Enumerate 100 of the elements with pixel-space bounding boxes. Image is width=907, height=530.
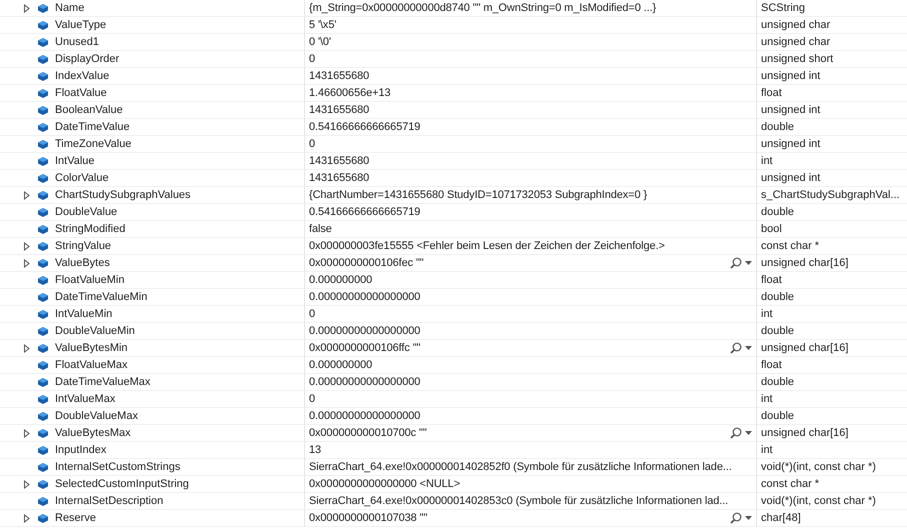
variable-name: IntValue bbox=[55, 154, 95, 169]
value-text: false bbox=[309, 222, 332, 237]
expand-arrow-icon[interactable] bbox=[22, 190, 31, 200]
variable-name: FloatValueMin bbox=[55, 273, 124, 288]
field-icon bbox=[37, 122, 49, 133]
field-icon bbox=[37, 274, 49, 286]
visualizer-button[interactable] bbox=[730, 512, 752, 524]
expand-arrow-icon[interactable] bbox=[22, 344, 31, 353]
variable-name: TimeZoneValue bbox=[55, 137, 132, 152]
variable-name: Name bbox=[55, 1, 84, 16]
field-icon bbox=[37, 342, 49, 354]
variable-name: StringValue bbox=[55, 239, 112, 254]
value-text: 0 bbox=[309, 307, 316, 322]
value-text: 0.000000000 bbox=[309, 273, 372, 288]
field-icon bbox=[37, 444, 49, 456]
value-text: 0 bbox=[309, 52, 316, 67]
value-text: {m_String=0x00000000000d8740 "" m_OwnString=0 m_IsModified=0 ...} bbox=[309, 1, 656, 16]
value-text: {ChartNumber=1431655680 StudyID=1071732053 SubgraphIndex=0 } bbox=[309, 188, 648, 203]
expand-arrow-icon[interactable] bbox=[22, 428, 31, 438]
variable-name: ValueBytesMax bbox=[55, 426, 131, 441]
type-text: int bbox=[761, 307, 773, 322]
type-text: void(*)(int, const char *) bbox=[761, 494, 876, 509]
caret-icon bbox=[745, 431, 752, 436]
type-text: double bbox=[761, 290, 794, 305]
caret-icon bbox=[745, 261, 752, 266]
type-text: SCString bbox=[761, 1, 806, 16]
value-text: 0x000000000010700c "" bbox=[309, 426, 427, 441]
field-icon bbox=[37, 20, 49, 31]
value-text: 0x0000000000107038 "" bbox=[309, 511, 428, 526]
variable-name: Unused1 bbox=[55, 35, 100, 50]
field-icon bbox=[37, 394, 49, 405]
field-icon bbox=[37, 428, 49, 439]
field-icon bbox=[37, 496, 49, 507]
variable-name: FloatValue bbox=[55, 86, 107, 101]
visualizer-button[interactable] bbox=[730, 427, 752, 440]
value-text: 1431655680 bbox=[309, 154, 370, 169]
type-text: double bbox=[761, 120, 794, 135]
expand-arrow-icon[interactable] bbox=[22, 514, 31, 523]
type-text: float bbox=[761, 358, 782, 373]
field-icon bbox=[37, 292, 49, 303]
value-text: 0 '\0' bbox=[309, 35, 331, 50]
value-text: 13 bbox=[309, 443, 322, 458]
type-text: char[48] bbox=[761, 511, 801, 526]
type-text: double bbox=[761, 205, 794, 220]
type-text: double bbox=[761, 324, 794, 339]
field-icon bbox=[37, 138, 49, 150]
variable-name: IndexValue bbox=[55, 69, 110, 84]
type-text: const char * bbox=[761, 477, 820, 492]
variable-name: IntValueMin bbox=[55, 307, 112, 322]
type-text: float bbox=[761, 86, 782, 101]
variable-name: DoubleValueMin bbox=[55, 324, 135, 339]
visualizer-button[interactable] bbox=[730, 257, 752, 270]
type-text: double bbox=[761, 375, 794, 390]
value-text: 0.000000000 bbox=[309, 358, 372, 373]
field-icon bbox=[37, 70, 49, 82]
field-icon bbox=[37, 512, 49, 524]
variable-name: InputIndex bbox=[55, 443, 106, 458]
type-text: int bbox=[761, 443, 773, 458]
value-text: SierraChart_64.exe!0x00000001402852f0 (Symbole für zusätzliche Informationen lade... bbox=[309, 460, 732, 475]
variable-name: IntValueMax bbox=[55, 392, 116, 407]
type-text: s_ChartStudySubgraphVal... bbox=[761, 188, 900, 203]
variable-name: DisplayOrder bbox=[55, 52, 120, 67]
expand-arrow-icon[interactable] bbox=[22, 4, 31, 13]
type-text: unsigned int bbox=[761, 137, 820, 152]
value-text: 1431655680 bbox=[309, 69, 370, 84]
type-text: unsigned char bbox=[761, 35, 830, 50]
value-text: 0x0000000000106fec "" bbox=[309, 256, 424, 271]
variable-name: StringModified bbox=[55, 222, 126, 237]
type-text: unsigned int bbox=[761, 171, 820, 186]
field-icon bbox=[37, 190, 49, 201]
value-text: 0.54166666666665719 bbox=[309, 205, 420, 220]
expand-arrow-icon[interactable] bbox=[22, 258, 31, 268]
field-icon bbox=[37, 156, 49, 167]
variable-name: ColorValue bbox=[55, 171, 109, 186]
value-text: 0x000000003fe15555 <Fehler beim Lesen der Zeichen der Zeichenfolge.> bbox=[309, 239, 665, 254]
field-icon bbox=[37, 308, 49, 320]
type-text: bool bbox=[761, 222, 782, 237]
search-icon bbox=[730, 257, 742, 270]
value-text: 1.46600656e+13 bbox=[309, 86, 390, 101]
variable-name: DateTimeValueMin bbox=[55, 290, 148, 305]
search-icon bbox=[730, 427, 742, 440]
variable-name: ChartStudySubgraphValues bbox=[55, 188, 191, 203]
type-text: double bbox=[761, 409, 794, 424]
field-icon bbox=[37, 104, 49, 116]
value-text: 0.00000000000000000 bbox=[309, 409, 420, 424]
variable-name: ValueBytesMin bbox=[55, 341, 128, 356]
variable-name: InternalSetCustomStrings bbox=[55, 460, 180, 475]
type-text: unsigned char[16] bbox=[761, 426, 848, 441]
expand-arrow-icon[interactable] bbox=[22, 242, 31, 251]
value-text: 0.00000000000000000 bbox=[309, 290, 420, 305]
visualizer-button[interactable] bbox=[730, 342, 752, 354]
field-icon bbox=[37, 88, 49, 99]
expand-arrow-icon[interactable] bbox=[22, 480, 31, 489]
caret-icon bbox=[745, 346, 752, 350]
variable-name: DateTimeValueMax bbox=[55, 375, 150, 390]
type-text: void(*)(int, const char *) bbox=[761, 460, 876, 475]
value-text: 0x0000000000106ffc "" bbox=[309, 341, 420, 356]
field-icon bbox=[37, 206, 49, 218]
value-text: 0.00000000000000000 bbox=[309, 324, 420, 339]
value-text: 1431655680 bbox=[309, 103, 370, 118]
